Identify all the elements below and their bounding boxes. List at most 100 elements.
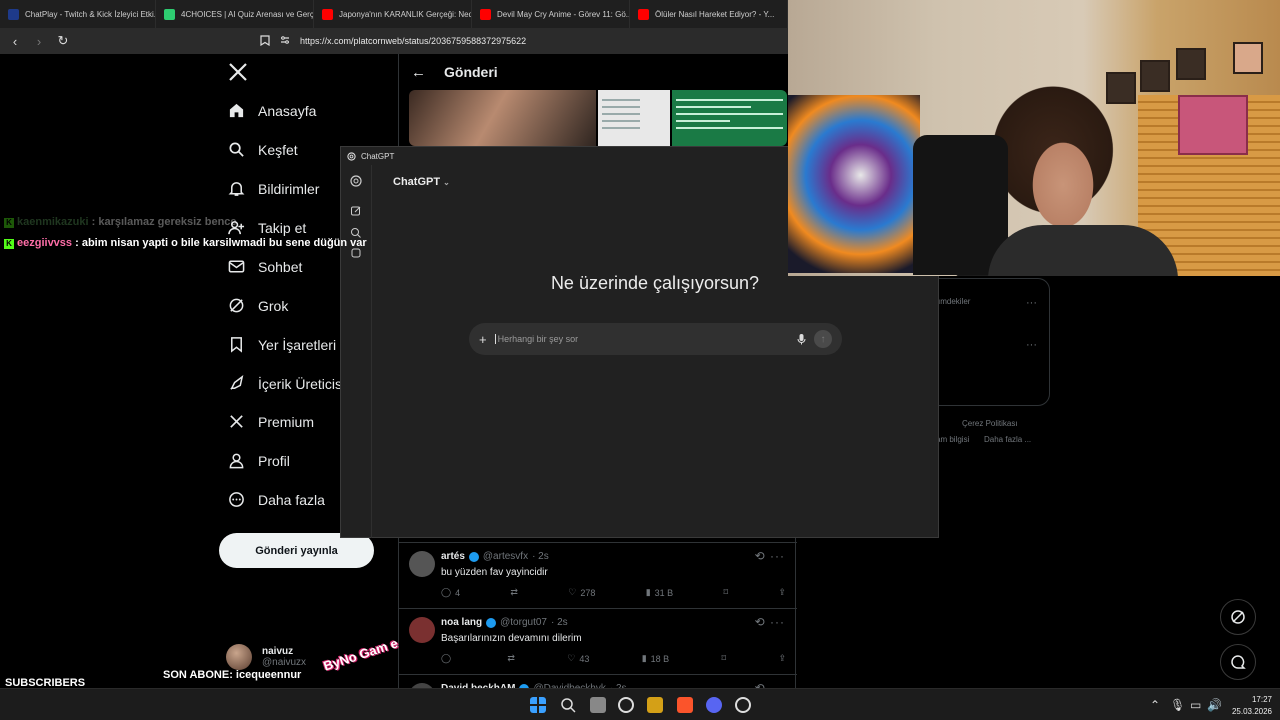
prompt-placeholder[interactable]: Herhangi bir şey sor — [494, 334, 789, 344]
sidebar-item-bookmark[interactable]: Yer İşaretleri — [228, 336, 336, 353]
grok-button[interactable] — [1220, 599, 1256, 635]
new-chat-icon[interactable] — [350, 205, 362, 217]
sidebar-item-label: Premium — [258, 413, 315, 430]
post-actions: ◯ 4 ⇄ ♡ 278 ▮ 31 B ⌑ ⇪ — [441, 587, 786, 598]
author-handle[interactable]: @torgut07 — [500, 617, 547, 628]
url-text[interactable]: https://x.com/platcornweb/status/2036759… — [300, 36, 526, 46]
chatgpt-app-icon[interactable] — [618, 697, 634, 713]
bookmark-star-icon[interactable] — [260, 34, 270, 48]
app-icon[interactable] — [735, 697, 751, 713]
bookmark-button[interactable]: ⌑ — [722, 653, 727, 664]
browser-tab[interactable]: ChatPlay - Twitch & Kick İzleyici Etki..… — [0, 0, 157, 28]
openai-logo-icon[interactable] — [350, 175, 362, 187]
sidebar-item-label: Takip et — [258, 219, 307, 236]
sidebar-item-rocket[interactable]: İçerik Üreticisi — [228, 375, 345, 392]
repost-button[interactable]: ⇄ — [510, 587, 518, 598]
search-icon[interactable] — [560, 697, 576, 713]
chatgpt-heading: Ne üzerinde çalışıyorsun? — [550, 273, 760, 293]
reply-button[interactable]: ◯ 4 — [441, 587, 460, 598]
site-settings-icon[interactable] — [280, 35, 290, 47]
brave-browser-icon[interactable] — [677, 697, 693, 713]
grok-icon — [1231, 610, 1245, 624]
browser-tab[interactable]: Devil May Cry Anime - Görev 11: Gö... — [472, 0, 630, 28]
chevron-up-icon[interactable]: ⌃ — [1150, 698, 1160, 712]
wall-frame — [1233, 42, 1263, 74]
more-options-icon[interactable]: ··· — [1026, 297, 1037, 309]
browser-tab[interactable]: Japonya'nın KARANLIK Gerçeği: Ned... — [314, 0, 473, 28]
microphone-icon[interactable] — [797, 333, 806, 345]
last-subscriber: SON ABONE: icequeennur — [163, 669, 302, 681]
browser-tab[interactable]: 4CHOICES | AI Quiz Arenası ve Gerçe... — [156, 0, 315, 28]
send-button[interactable]: ↑ — [814, 330, 832, 348]
app-icon[interactable] — [647, 697, 663, 713]
sidebar-item-grok[interactable]: Grok — [228, 297, 288, 314]
reply-button[interactable]: ◯ — [441, 653, 455, 664]
sidebar-item-mail[interactable]: Sohbet — [228, 258, 302, 275]
post-time: · 2s — [532, 551, 549, 562]
more-options-icon[interactable]: ⟲ ··· — [755, 549, 785, 563]
network-icon[interactable]: ▭ — [1190, 698, 1201, 712]
reload-icon[interactable]: ↻ — [56, 33, 70, 48]
tab-label: Ölüler Nasıl Hareket Ediyor? - Y... — [655, 9, 775, 19]
author-name[interactable]: artés — [441, 551, 465, 562]
browser-tab[interactable]: Ölüler Nasıl Hareket Ediyor? - Y... — [630, 0, 788, 28]
webcam-feed — [788, 0, 1280, 276]
avatar[interactable] — [409, 617, 435, 643]
microphone-icon[interactable]: 🎙 — [1170, 698, 1185, 712]
chat-message: : abim nisan yapti o bile karsilwmadi bu… — [75, 237, 367, 249]
volume-icon[interactable]: 🔊 — [1207, 698, 1222, 712]
author-name[interactable]: noa lang — [441, 617, 482, 628]
reply-post[interactable]: artés @artesvfx · 2s ⟲ ··· bu yüzden fav yay… — [399, 542, 797, 608]
sidebar-item-label: İçerik Üreticisi — [258, 375, 346, 392]
reply-post[interactable]: noa lang @torgut07 · 2s ⟲ ··· Başarılarınızı… — [399, 608, 797, 674]
plus-icon[interactable]: + — [479, 332, 487, 347]
media-image[interactable] — [672, 90, 787, 146]
sidebar-item-person[interactable]: Profil — [228, 452, 290, 469]
media-image[interactable] — [409, 90, 596, 146]
wall-frame — [1140, 60, 1170, 92]
more-options-icon[interactable]: ⟲ ··· — [755, 615, 785, 629]
bookmark-button[interactable]: ⌑ — [723, 587, 728, 598]
discord-icon[interactable] — [706, 697, 722, 713]
more-options-icon[interactable]: ··· — [1026, 339, 1037, 351]
forward-icon[interactable]: › — [32, 34, 46, 49]
author-handle[interactable]: @artesvfx — [483, 551, 528, 562]
back-arrow-icon[interactable]: ← — [411, 64, 426, 81]
file-explorer-icon[interactable] — [590, 697, 606, 713]
home-icon — [229, 103, 244, 118]
reply-text: bu yüzden fav yayincidir — [441, 567, 548, 578]
ad-info-link[interactable]: am bilgisi — [936, 435, 969, 444]
cookie-policy-link[interactable]: Çerez Politikası — [962, 419, 1018, 428]
media-image[interactable] — [598, 90, 670, 146]
view-count: 31 B — [654, 587, 674, 598]
account-switcher[interactable]: naivuz @naivuzx — [226, 644, 306, 670]
sidebar-item-bell[interactable]: Bildirimler — [228, 180, 319, 197]
sidebar-item-search[interactable]: Keşfet — [228, 141, 298, 158]
views-button[interactable]: ▮ 18 B — [642, 653, 669, 664]
windows-start-icon[interactable] — [530, 697, 546, 713]
sidebar-item-x[interactable]: Premium — [228, 413, 314, 430]
system-clock[interactable]: 17:27 25.03.2026 — [1228, 694, 1272, 718]
messages-button[interactable] — [1220, 644, 1256, 680]
x-logo-icon[interactable] — [228, 62, 248, 82]
share-button[interactable]: ⇪ — [778, 587, 786, 598]
post-media[interactable] — [409, 90, 787, 146]
prompt-input[interactable]: + Herhangi bir şey sor ↑ — [469, 323, 842, 355]
like-button[interactable]: ♡ 43 — [567, 653, 589, 664]
sidebar-item-home[interactable]: Anasayfa — [228, 102, 316, 119]
more-link[interactable]: Daha fazla ... — [984, 435, 1031, 444]
stream-chat-message: Keezgiivvss : abim nisan yapti o bile ka… — [4, 237, 367, 249]
sidebar-item-more[interactable]: Daha fazla — [228, 491, 325, 508]
mail-icon — [228, 260, 245, 273]
share-button[interactable]: ⇪ — [778, 653, 786, 664]
model-selector[interactable]: ChatGPT ⌄ — [393, 176, 450, 188]
views-button[interactable]: ▮ 31 B — [646, 587, 673, 598]
avatar[interactable] — [409, 551, 435, 577]
repost-button[interactable]: ⇄ — [507, 653, 515, 664]
sidebar-item-follow[interactable]: Takip et — [228, 219, 306, 236]
like-button[interactable]: ♡ 278 — [568, 587, 595, 598]
sidebar-item-label: Yer İşaretleri — [258, 336, 337, 353]
back-icon[interactable]: ‹ — [8, 34, 22, 49]
kick-badge-icon: K — [4, 218, 14, 228]
post-button[interactable]: Gönderi yayınla — [219, 533, 374, 568]
